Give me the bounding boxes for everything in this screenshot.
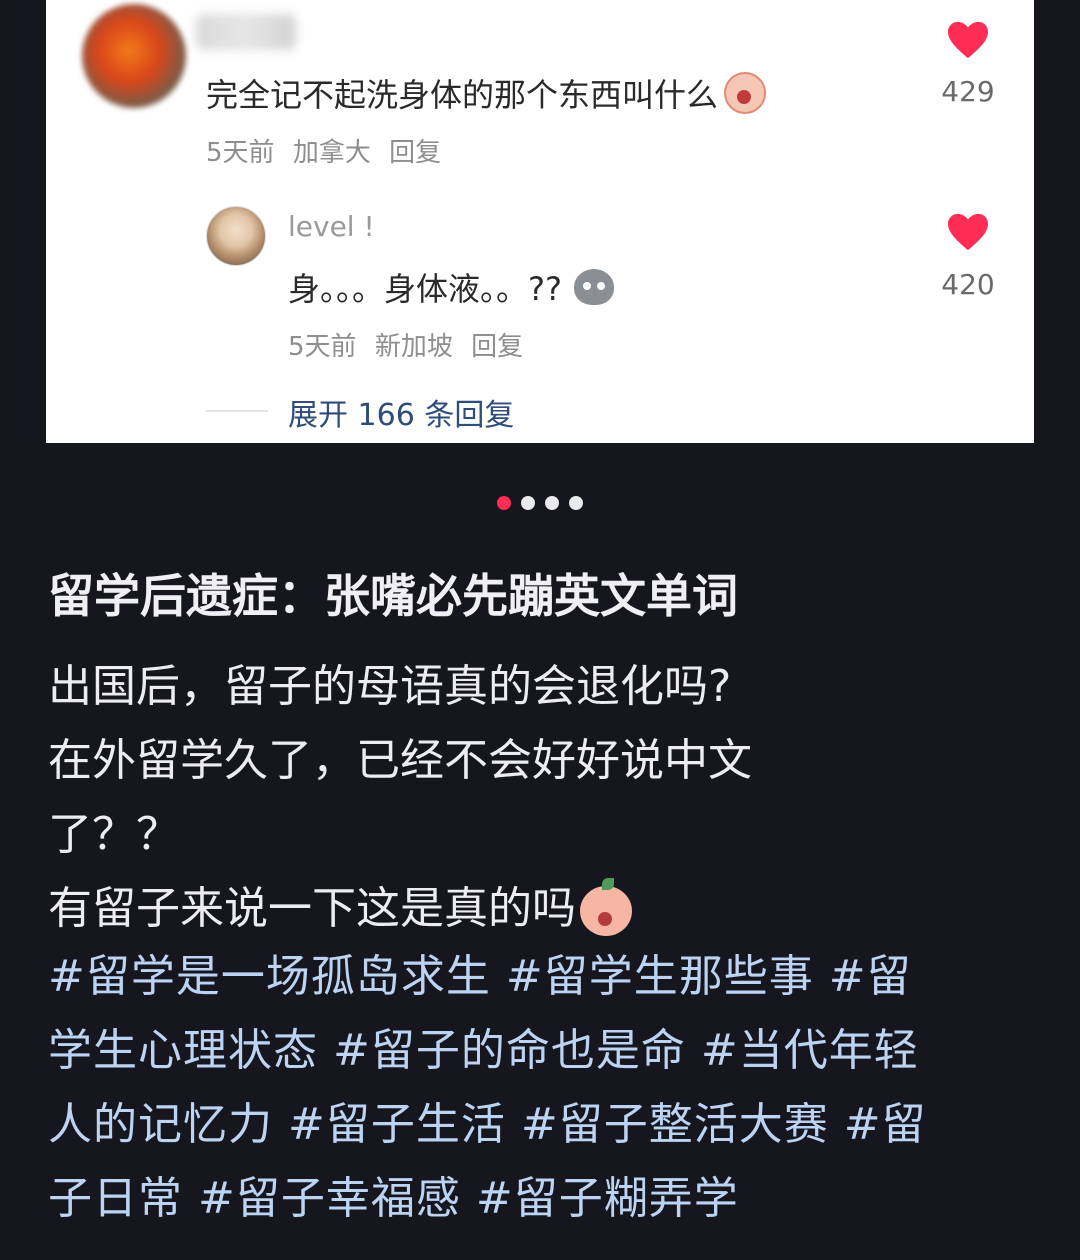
scream-face-emoji-icon: [724, 72, 767, 114]
reply-like-count: 420: [941, 268, 995, 301]
comment-like-heart-icon[interactable]: [946, 20, 990, 60]
carousel-dot-3[interactable]: [545, 496, 559, 510]
gray-ghost-emoji-icon: [573, 269, 614, 305]
post-body: 出国后，留子的母语真的会退化吗? 在外留学久了，已经不会好好说中文 了？？ 有留…: [48, 650, 1048, 946]
carousel-dot-4[interactable]: [569, 496, 583, 510]
reply-reply-button[interactable]: 回复: [471, 332, 523, 362]
post-line-2: 在外留学久了，已经不会好好说中文: [48, 735, 752, 786]
carousel-dot-1[interactable]: [497, 496, 511, 510]
reply-location: 新加坡: [374, 332, 453, 362]
comment-location: 加拿大: [292, 138, 371, 168]
comment-meta: 5天前 加拿大 回复: [206, 132, 451, 169]
post-line-1: 出国后，留子的母语真的会退化吗?: [48, 661, 732, 712]
hashtag-line-3[interactable]: 人的记忆力 #留子生活 #留子整活大赛 #留: [48, 1088, 1038, 1162]
reply-time: 5天前: [288, 332, 357, 362]
comment-card: 完全记不起洗身体的那个东西叫什么 5天前 加拿大 回复 429 level ! …: [46, 0, 1034, 443]
post-line-4-row: 有留子来说一下这是真的吗: [48, 872, 1048, 946]
commenter-avatar[interactable]: [82, 4, 186, 108]
post-line-4: 有留子来说一下这是真的吗: [48, 883, 576, 934]
reply-text: 身。。。身体液。。??: [288, 270, 562, 308]
hashtag-list: #留学是一场孤岛求生 #留学生那些事 #留 学生心理状态 #留子的命也是命 #当…: [48, 940, 1038, 1236]
comment-text: 完全记不起洗身体的那个东西叫什么: [206, 76, 719, 114]
comment-text-row: 完全记不起洗身体的那个东西叫什么: [206, 70, 767, 116]
comment-reply-button[interactable]: 回复: [389, 138, 441, 168]
post-title: 留学后遗症：张嘴必先蹦英文单词: [48, 569, 738, 623]
hashtag-line-1[interactable]: #留学是一场孤岛求生 #留学生那些事 #留: [48, 940, 1038, 1014]
expand-divider: [206, 410, 268, 412]
commenter-username-blurred[interactable]: [196, 14, 296, 50]
carousel-dot-2[interactable]: [521, 496, 535, 510]
expand-replies-button[interactable]: 展开 166 条回复: [288, 390, 514, 434]
hashtag-line-4[interactable]: 子日常 #留子幸福感 #留子糊弄学: [48, 1162, 1038, 1236]
reply-meta: 5天前 新加坡 回复: [288, 326, 533, 363]
carousel-indicator: [0, 496, 1080, 510]
reply-avatar[interactable]: [206, 206, 266, 266]
reply-username[interactable]: level !: [288, 210, 375, 243]
peach-face-emoji-icon: [580, 878, 632, 936]
comment-time: 5天前: [206, 138, 275, 168]
hashtag-line-2[interactable]: 学生心理状态 #留子的命也是命 #当代年轻: [48, 1014, 1038, 1088]
comment-like-count: 429: [941, 75, 995, 108]
post-line-3: 了？？: [48, 809, 180, 860]
reply-like-heart-icon[interactable]: [946, 212, 990, 252]
reply-text-row: 身。。。身体液。。??: [288, 264, 614, 310]
